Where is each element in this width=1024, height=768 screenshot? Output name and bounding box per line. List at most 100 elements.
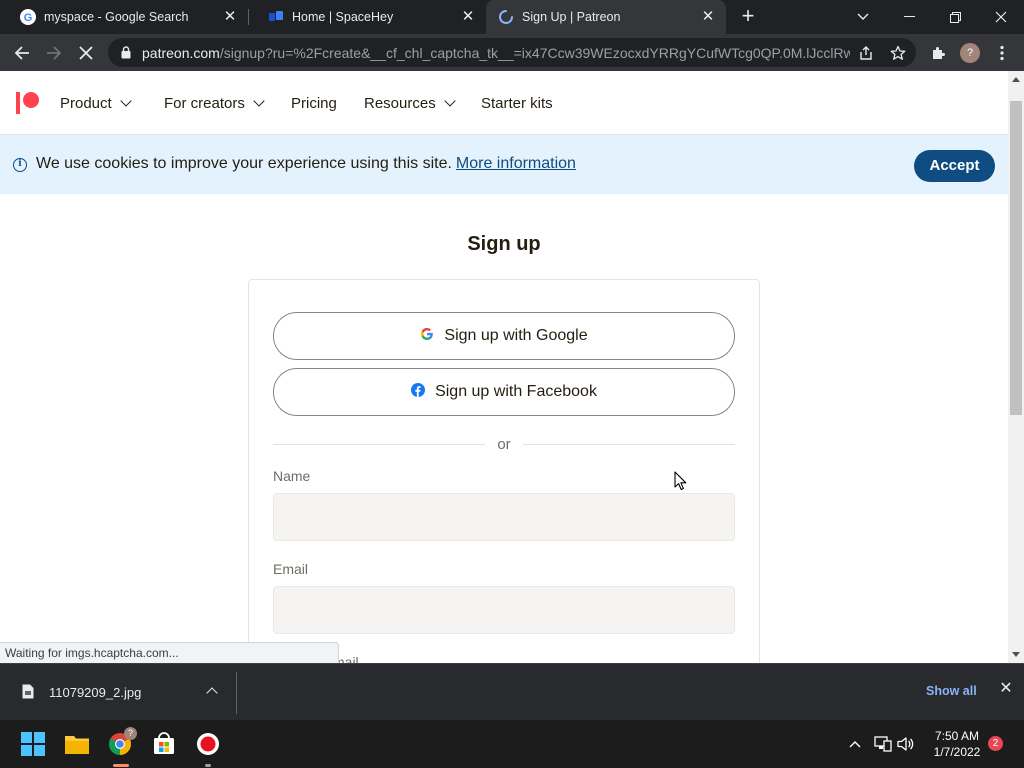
microsoft-store-icon[interactable] [150, 730, 178, 758]
close-icon[interactable]: ✕ [460, 9, 476, 25]
download-file-name[interactable]: 11079209_2.jpg [49, 685, 141, 700]
restore-button[interactable] [932, 0, 978, 34]
scrollbar-thumb[interactable] [1010, 101, 1022, 415]
tab-title: myspace - Google Search [44, 10, 189, 24]
nav-for-creators[interactable]: For creators [164, 95, 265, 112]
nav-label: Product [60, 95, 112, 112]
scroll-down-arrow[interactable] [1012, 652, 1020, 657]
file-icon [22, 684, 34, 699]
mouse-cursor-icon [674, 471, 687, 491]
site-header: Product For creators Pricing Resources S… [0, 71, 1008, 135]
facebook-icon [411, 382, 426, 402]
clock-date: 1/7/2022 [933, 745, 981, 759]
logo-dot [23, 92, 39, 108]
screen-recorder-icon[interactable] [194, 730, 222, 758]
download-shelf: 11079209_2.jpg Show all ✕ [0, 663, 1024, 720]
name-field[interactable] [273, 493, 735, 541]
windows-taskbar: ? 7:50 AM 1/7/2022 2 [0, 720, 1024, 768]
url-path: /signup?ru=%2Fcreate&__cf_chl_captcha_tk… [219, 44, 850, 61]
close-icon[interactable]: ✕ [222, 9, 238, 25]
patreon-logo[interactable] [16, 92, 40, 114]
more-information-link[interactable]: More information [456, 155, 576, 172]
arrow-left-icon [14, 46, 29, 60]
share-icon[interactable] [858, 45, 874, 61]
close-icon[interactable]: ✕ [700, 9, 716, 25]
signup-facebook-button[interactable]: Sign up with Facebook [273, 368, 735, 416]
info-icon: i [13, 158, 27, 172]
svg-text:G: G [24, 12, 33, 24]
show-all-downloads-button[interactable]: Show all [926, 684, 977, 698]
signup-google-button[interactable]: Sign up with Google [273, 312, 735, 360]
tab-strip: G myspace - Google Search ✕ Home | Space… [0, 0, 1024, 34]
chevron-down-icon [120, 95, 132, 107]
spacehey-icon [268, 9, 284, 25]
tab-google-search[interactable]: G myspace - Google Search ✕ [0, 0, 248, 34]
or-divider: or [273, 436, 735, 454]
tab-title: Sign Up | Patreon [522, 10, 621, 24]
accept-cookies-button[interactable]: Accept [914, 150, 995, 182]
system-clock[interactable]: 7:50 AM 1/7/2022 [922, 728, 992, 760]
bookmark-star-icon[interactable] [890, 45, 906, 61]
puzzle-icon [933, 47, 945, 59]
arrow-right-icon [47, 46, 62, 60]
lock-icon[interactable] [120, 46, 132, 59]
windows-start-icon[interactable] [19, 730, 47, 758]
status-bubble: Waiting for imgs.hcaptcha.com... [0, 642, 339, 663]
stop-loading-button[interactable] [72, 39, 100, 67]
cookie-text: We use cookies to improve your experienc… [36, 155, 576, 173]
email-label: Email [273, 561, 309, 577]
close-window-button[interactable] [978, 0, 1024, 34]
nav-label: Resources [364, 95, 436, 112]
volume-icon[interactable] [896, 734, 916, 754]
page-viewport: Product For creators Pricing Resources S… [0, 71, 1008, 663]
notification-badge[interactable]: 2 [988, 736, 1003, 751]
network-icon[interactable] [873, 734, 893, 754]
browser-toolbar: patreon.com/signup?ru=%2Fcreate&__cf_chl… [0, 34, 1024, 71]
nav-starter-kits[interactable]: Starter kits [481, 95, 553, 112]
chrome-profile-badge: ? [124, 727, 137, 740]
extensions-button[interactable] [924, 39, 952, 67]
profile-avatar[interactable]: ? [960, 43, 980, 63]
url-host: patreon.com [142, 44, 220, 61]
url-text: patreon.com/signup?ru=%2Fcreate&__cf_chl… [142, 45, 850, 61]
google-icon: G [20, 9, 36, 25]
nav-label: Pricing [291, 95, 337, 112]
nav-label: For creators [164, 95, 245, 112]
chevron-up-icon[interactable] [206, 687, 218, 699]
minimize-button[interactable] [886, 0, 932, 34]
divider-line [523, 444, 735, 445]
chevron-up-icon[interactable] [845, 734, 865, 754]
tab-search-button[interactable] [840, 0, 886, 34]
chrome-menu-button[interactable] [988, 39, 1016, 67]
address-bar[interactable]: patreon.com/signup?ru=%2Fcreate&__cf_chl… [108, 38, 916, 67]
name-label: Name [273, 468, 311, 484]
clock-time: 7:50 AM [934, 729, 980, 743]
tab-patreon-signup[interactable]: Sign Up | Patreon ✕ [486, 0, 726, 34]
signup-facebook-label: Sign up with Facebook [435, 383, 597, 400]
tab-title: Home | SpaceHey [292, 10, 394, 24]
close-shelf-button[interactable]: ✕ [998, 681, 1014, 697]
chevron-down-icon [857, 13, 869, 20]
nav-pricing[interactable]: Pricing [291, 95, 337, 112]
file-explorer-icon[interactable] [63, 730, 91, 758]
cookie-message: We use cookies to improve your experienc… [36, 155, 452, 172]
chevron-down-icon [253, 95, 265, 107]
nav-label: Starter kits [481, 95, 553, 112]
chevron-down-icon [444, 95, 456, 107]
forward-button[interactable] [40, 39, 68, 67]
logo-bar [16, 92, 20, 114]
shelf-separator [236, 672, 237, 714]
loading-spinner-icon [498, 9, 514, 25]
new-tab-button[interactable]: + [737, 5, 759, 27]
tab-spacehey[interactable]: Home | SpaceHey ✕ [248, 0, 486, 34]
nav-resources[interactable]: Resources [364, 95, 456, 112]
back-button[interactable] [8, 39, 36, 67]
cookie-banner: i We use cookies to improve your experie… [0, 135, 1008, 194]
scroll-up-arrow[interactable] [1012, 77, 1020, 82]
nav-product[interactable]: Product [60, 95, 132, 112]
signup-google-label: Sign up with Google [444, 327, 588, 344]
close-icon [79, 46, 93, 60]
page-scrollbar[interactable] [1008, 71, 1024, 663]
email-field[interactable] [273, 586, 735, 634]
google-icon [420, 327, 434, 346]
